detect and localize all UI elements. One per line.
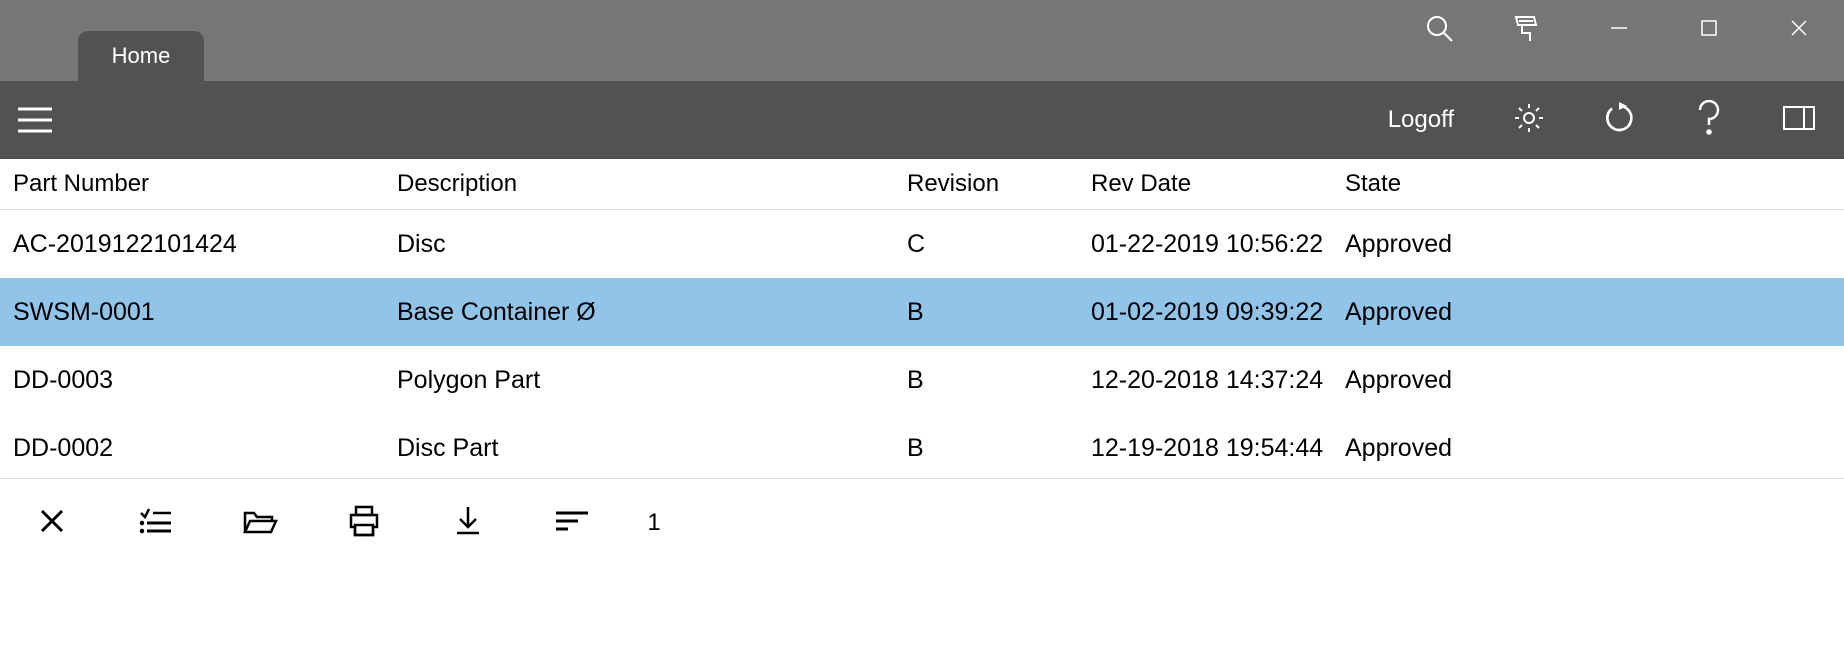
settings-button[interactable] (1484, 81, 1574, 159)
cell-description: Disc (397, 230, 907, 259)
column-header-rev-date[interactable]: Rev Date (1091, 170, 1345, 198)
cell-state: Approved (1345, 434, 1844, 463)
window-close-button[interactable] (1754, 0, 1844, 56)
window-minimize-button[interactable] (1574, 0, 1664, 56)
table-row[interactable]: SWSM-0001Base Container ØB01-02-2019 09:… (0, 278, 1844, 346)
barcode-scanner-icon[interactable] (1484, 0, 1574, 56)
column-header-state[interactable]: State (1345, 170, 1844, 198)
sort-lines-icon (554, 509, 590, 538)
checklist-button[interactable] (104, 479, 208, 567)
cell-revision: B (907, 298, 1091, 327)
table-row[interactable]: DD-0003Polygon PartB12-20-2018 14:37:24A… (0, 346, 1844, 414)
cell-description: Disc Part (397, 434, 907, 463)
window-maximize-button[interactable] (1664, 0, 1754, 56)
page-number: 1 (624, 509, 684, 537)
cell-rev-date: 12-20-2018 14:37:24 (1091, 366, 1345, 395)
gear-icon (1512, 101, 1546, 140)
bottom-toolbar: 1 (0, 478, 1844, 567)
print-icon (347, 505, 381, 542)
checklist-icon (139, 507, 173, 540)
download-icon (454, 505, 482, 542)
column-header-part-number[interactable]: Part Number (0, 170, 397, 198)
print-button[interactable] (312, 479, 416, 567)
cell-part-number: AC-2019122101424 (0, 230, 397, 259)
cell-part-number: DD-0002 (0, 434, 397, 463)
close-button[interactable] (0, 479, 104, 567)
logoff-label: Logoff (1388, 106, 1454, 133)
cell-part-number: SWSM-0001 (0, 298, 397, 327)
help-icon (1696, 100, 1722, 141)
panel-layout-icon (1782, 105, 1816, 136)
cell-description: Base Container Ø (397, 298, 907, 327)
cell-rev-date: 01-02-2019 09:39:22 (1091, 298, 1345, 327)
table-row[interactable]: AC-2019122101424DiscC01-22-2019 10:56:22… (0, 210, 1844, 278)
window-titlebar: Home (0, 0, 1844, 81)
cell-rev-date: 12-19-2018 19:54:44 (1091, 434, 1345, 463)
cell-state: Approved (1345, 230, 1844, 259)
refresh-icon (1603, 102, 1635, 139)
cell-description: Polygon Part (397, 366, 907, 395)
hamburger-menu-icon[interactable] (0, 81, 70, 159)
sort-button[interactable] (520, 479, 624, 567)
table-body: AC-2019122101424DiscC01-22-2019 10:56:22… (0, 210, 1844, 482)
layout-button[interactable] (1754, 81, 1844, 159)
close-icon (38, 507, 66, 540)
cell-revision: B (907, 434, 1091, 463)
tab-home[interactable]: Home (78, 31, 204, 81)
cell-part-number: DD-0003 (0, 366, 397, 395)
cell-state: Approved (1345, 366, 1844, 395)
cell-revision: C (907, 230, 1091, 259)
help-button[interactable] (1664, 81, 1754, 159)
cell-state: Approved (1345, 298, 1844, 327)
logoff-button[interactable]: Logoff (1358, 106, 1484, 134)
search-icon[interactable] (1394, 0, 1484, 56)
main-toolbar: Logoff (0, 81, 1844, 159)
table-row[interactable]: DD-0002Disc PartB12-19-2018 19:54:44Appr… (0, 414, 1844, 482)
table-header: Part Number Description Revision Rev Dat… (0, 159, 1844, 210)
open-folder-button[interactable] (208, 479, 312, 567)
column-header-revision[interactable]: Revision (907, 170, 1091, 198)
column-header-description[interactable]: Description (397, 170, 907, 198)
cell-revision: B (907, 366, 1091, 395)
cell-rev-date: 01-22-2019 10:56:22 (1091, 230, 1345, 259)
download-button[interactable] (416, 479, 520, 567)
folder-open-icon (242, 507, 278, 540)
refresh-button[interactable] (1574, 81, 1664, 159)
tab-label: Home (112, 43, 171, 69)
